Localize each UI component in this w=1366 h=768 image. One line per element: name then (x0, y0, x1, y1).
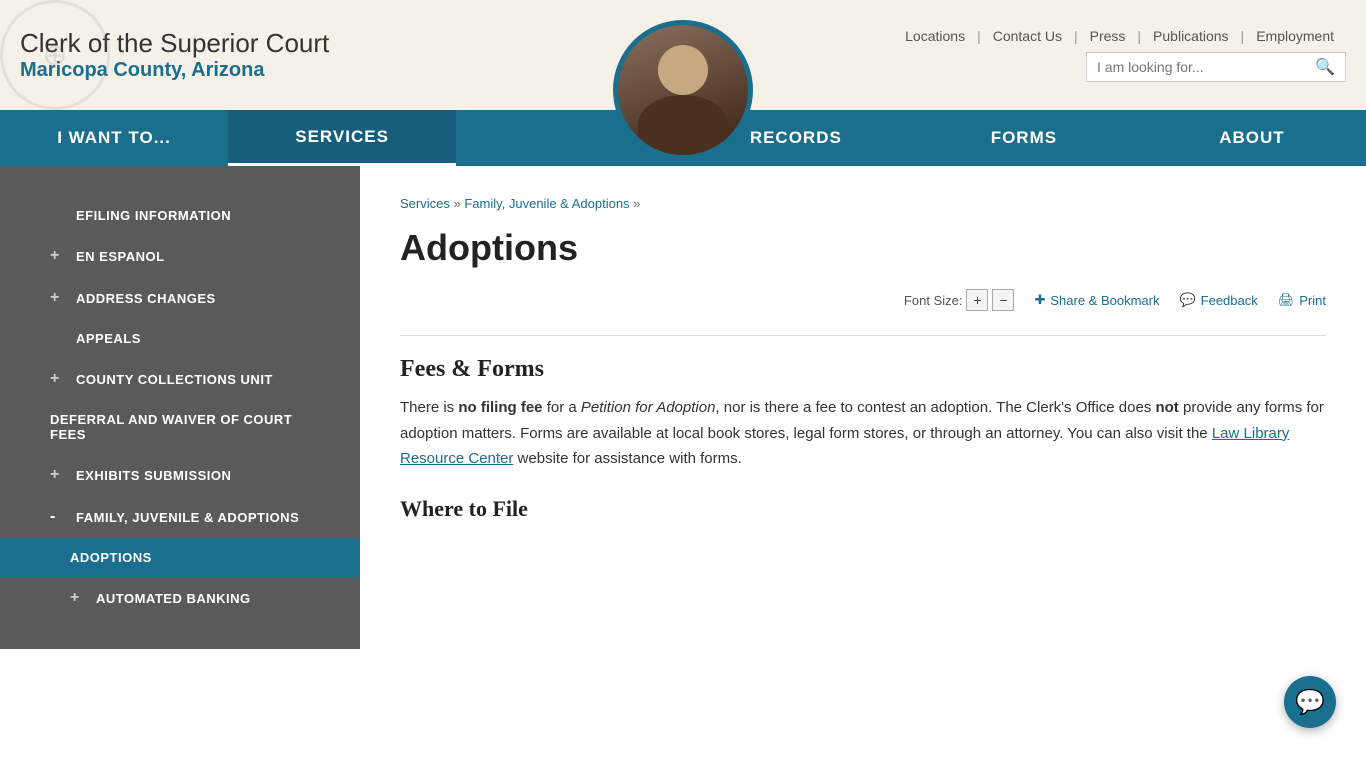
search-icon[interactable]: 🔍 (1315, 57, 1335, 77)
divider-top (400, 335, 1326, 336)
share-bookmark-button[interactable]: ✚ Share & Bookmark (1034, 292, 1159, 308)
share-icon: ✚ (1034, 292, 1045, 308)
sidebar-item-en-espanol[interactable]: + EN ESPANOL (0, 235, 360, 277)
prefix-family: - (50, 508, 66, 526)
sidebar-item-efiling[interactable]: EFILING INFORMATION (0, 196, 360, 235)
portrait-circle (613, 20, 753, 160)
prefix-automated: + (70, 589, 86, 607)
press-link[interactable]: Press (1078, 28, 1138, 44)
sidebar-label-address: ADDRESS CHANGES (76, 291, 216, 306)
sidebar-label-county: COUNTY COLLECTIONS UNIT (76, 372, 273, 387)
locations-link[interactable]: Locations (893, 28, 977, 44)
font-increase-button[interactable]: + (966, 289, 988, 311)
portrait-image (618, 25, 748, 155)
portrait-container: JEFF FINE (613, 20, 753, 179)
feedback-icon: 💬 (1179, 292, 1195, 308)
sidebar-label-deferral: DEFERRAL AND WAIVER OF COURT FEES (50, 412, 330, 442)
feedback-button[interactable]: 💬 Feedback (1179, 292, 1257, 308)
main-layout: EFILING INFORMATION + EN ESPANOL + ADDRE… (0, 166, 1366, 649)
sidebar-label-family: FAMILY, JUVENILE & ADOPTIONS (76, 510, 299, 525)
page-title: Adoptions (400, 227, 1326, 269)
sidebar-item-county-collections[interactable]: + COUNTY COLLECTIONS UNIT (0, 358, 360, 400)
fees-forms-content: There is no filing fee for a Petition fo… (400, 395, 1326, 472)
prefix-county: + (50, 370, 66, 388)
contact-link[interactable]: Contact Us (981, 28, 1074, 44)
logo-area: Clerk of the Superior Court Maricopa Cou… (20, 18, 329, 92)
sidebar-item-deferral[interactable]: DEFERRAL AND WAIVER OF COURT FEES (0, 400, 360, 454)
sidebar-label-en-espanol: EN ESPANOL (76, 249, 165, 264)
sidebar-item-adoptions[interactable]: Adoptions (0, 538, 360, 577)
where-to-file-title: Where to File (400, 496, 1326, 522)
sidebar-label-efiling: EFILING INFORMATION (76, 208, 231, 223)
sidebar-label-adoptions: Adoptions (70, 550, 152, 565)
font-decrease-button[interactable]: − (992, 289, 1014, 311)
prefix-address: + (50, 289, 66, 307)
nav-item-services[interactable]: SERVICES (228, 110, 456, 166)
chat-button[interactable]: 💬 (1284, 676, 1336, 728)
sidebar-item-appeals[interactable]: APPEALS (0, 319, 360, 358)
fees-forms-title: Fees & Forms (400, 356, 1326, 383)
prefix-en-espanol: + (50, 247, 66, 265)
breadcrumb: Services » Family, Juvenile & Adoptions … (400, 196, 1326, 211)
sidebar-item-address-changes[interactable]: + ADDRESS CHANGES (0, 277, 360, 319)
sidebar-item-automated-banking[interactable]: + Automated Banking (0, 577, 360, 619)
nav-item-forms[interactable]: FORMS (910, 110, 1138, 166)
nav-item-about[interactable]: ABOUT (1138, 110, 1366, 166)
county-name: Maricopa County, Arizona (20, 59, 329, 82)
search-bar[interactable]: 🔍 (1086, 52, 1346, 82)
print-button[interactable]: 🖨 Print (1278, 292, 1326, 308)
breadcrumb-family[interactable]: Family, Juvenile & Adoptions (464, 196, 629, 211)
top-links: Locations | Contact Us | Press | Publica… (893, 28, 1346, 44)
print-label: Print (1299, 293, 1326, 308)
toolbar: Font Size: + − ✚ Share & Bookmark 💬 Feed… (400, 289, 1326, 311)
publications-link[interactable]: Publications (1141, 28, 1241, 44)
portrait-name: JEFF FINE (646, 164, 720, 179)
font-size-control: Font Size: + − (904, 289, 1015, 311)
content-area: Services » Family, Juvenile & Adoptions … (360, 166, 1366, 649)
law-library-link[interactable]: Law Library Resource Center (400, 425, 1289, 468)
top-bar: ⊕ Clerk of the Superior Court Maricopa C… (0, 0, 1366, 110)
org-name: Clerk of the Superior Court (20, 28, 329, 59)
prefix-exhibits: + (50, 466, 66, 484)
print-icon: 🖨 (1278, 292, 1295, 308)
font-size-label: Font Size: (904, 293, 963, 308)
share-label: Share & Bookmark (1050, 293, 1159, 308)
sidebar-label-exhibits: EXHIBITS SUBMISSION (76, 468, 231, 483)
breadcrumb-services[interactable]: Services (400, 196, 450, 211)
employment-link[interactable]: Employment (1244, 28, 1346, 44)
sidebar-label-automated: Automated Banking (96, 591, 251, 606)
feedback-label: Feedback (1201, 293, 1258, 308)
sidebar-item-family[interactable]: - FAMILY, JUVENILE & ADOPTIONS (0, 496, 360, 538)
sidebar-item-exhibits[interactable]: + EXHIBITS SUBMISSION (0, 454, 360, 496)
sidebar-label-appeals: APPEALS (76, 331, 141, 346)
search-input[interactable] (1097, 59, 1315, 75)
nav-item-i-want-to[interactable]: I WANT TO... (0, 110, 228, 166)
top-right-area: Locations | Contact Us | Press | Publica… (893, 28, 1346, 82)
sidebar: EFILING INFORMATION + EN ESPANOL + ADDRE… (0, 166, 360, 649)
